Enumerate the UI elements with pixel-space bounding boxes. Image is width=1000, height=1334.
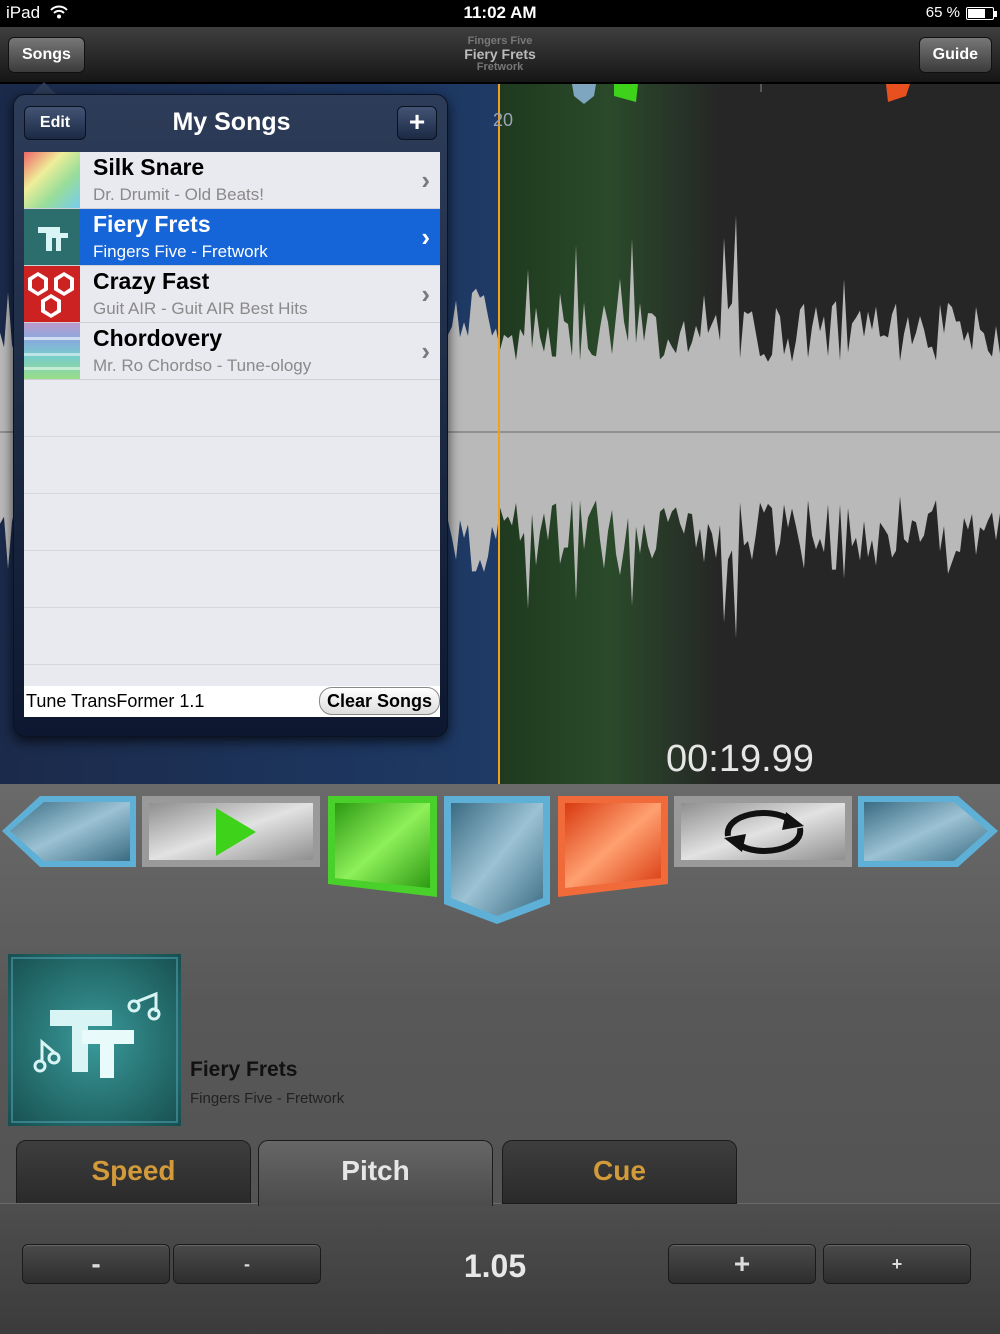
chevron-right-icon: ›: [421, 279, 430, 309]
clear-songs-button[interactable]: Clear Songs: [318, 687, 440, 715]
green-cue-button[interactable]: [328, 796, 437, 897]
status-bar: iPad 11:02 AM 65 %: [0, 0, 1000, 27]
song-artwork: [24, 323, 80, 379]
app-version: Tune TransFormer 1.1: [26, 691, 205, 711]
empty-row: [24, 437, 440, 494]
empty-row: [24, 551, 440, 608]
guide-button[interactable]: Guide: [918, 37, 992, 73]
tab-speed[interactable]: Speed: [16, 1140, 251, 1204]
time-marker-label: 20: [493, 110, 513, 130]
songs-popover: Edit My Songs + Silk Snare Dr. Drumit - …: [13, 94, 448, 737]
album-artwork: [8, 954, 181, 1126]
chevron-right-icon: ›: [421, 165, 430, 195]
next-button[interactable]: [858, 796, 998, 867]
blue-cue-button[interactable]: [444, 796, 550, 924]
song-row-selected[interactable]: Fiery Frets Fingers Five - Fretwork ›: [24, 209, 440, 266]
chevron-right-icon: ›: [421, 222, 430, 252]
clock: 11:02 AM: [463, 3, 537, 22]
pitch-increase-large-button[interactable]: +: [668, 1244, 816, 1284]
tab-cue[interactable]: Cue: [502, 1140, 737, 1204]
now-playing-title: Fingers Five Fiery Frets Fretwork: [0, 35, 1000, 74]
song-name: Crazy Fast: [93, 268, 210, 294]
empty-row: [24, 380, 440, 437]
now-playing-song: Fiery Frets: [190, 1058, 298, 1081]
song-subtitle: Dr. Drumit - Old Beats!: [93, 185, 264, 204]
song-list: Silk Snare Dr. Drumit - Old Beats! › Fie…: [24, 152, 440, 686]
chevron-right-icon: ›: [421, 336, 430, 366]
popover-footer: Tune TransFormer 1.1 Clear Songs: [24, 686, 440, 717]
pitch-decrease-large-button[interactable]: -: [22, 1244, 170, 1284]
popover-title: My Songs: [172, 108, 291, 136]
loop-button[interactable]: [674, 796, 852, 867]
time-readout: 00:19.99: [666, 738, 814, 780]
song-artwork: [24, 209, 80, 265]
empty-row: [24, 494, 440, 551]
tab-pitch[interactable]: Pitch: [258, 1140, 493, 1206]
song-row[interactable]: Crazy Fast Guit AIR - Guit AIR Best Hits…: [24, 266, 440, 323]
battery-percent: 65 %: [925, 4, 960, 21]
song-artwork: [24, 266, 80, 322]
empty-row: [24, 608, 440, 665]
song-subtitle: Mr. Ro Chordso - Tune-ology: [93, 356, 312, 375]
song-row[interactable]: Silk Snare Dr. Drumit - Old Beats! ›: [24, 152, 440, 209]
previous-button[interactable]: [2, 796, 136, 867]
song-artwork: [24, 152, 80, 208]
song-name: Chordovery: [93, 325, 223, 351]
song-name: Fiery Frets: [93, 211, 211, 237]
song-subtitle: Guit AIR - Guit AIR Best Hits: [93, 299, 308, 318]
song-subtitle: Fingers Five - Fretwork: [93, 242, 268, 261]
red-cue-button[interactable]: [558, 796, 668, 897]
song-name: Silk Snare: [93, 154, 205, 180]
pitch-increase-small-button[interactable]: +: [823, 1244, 971, 1284]
pitch-value: 1.05: [463, 1248, 527, 1284]
battery-icon: [966, 7, 997, 20]
nav-bar: Songs Fingers Five Fiery Frets Fretwork …: [0, 27, 1000, 83]
play-button[interactable]: [142, 796, 320, 867]
now-playing-subtitle: Fingers Five - Fretwork: [190, 1090, 345, 1107]
red-cue-marker[interactable]: [886, 84, 910, 102]
pitch-decrease-small-button[interactable]: -: [173, 1244, 321, 1284]
add-song-button[interactable]: +: [397, 106, 437, 140]
nav-song: Fiery Frets: [464, 46, 536, 62]
song-row[interactable]: Chordovery Mr. Ro Chordso - Tune-ology ›: [24, 323, 440, 380]
nav-album: Fretwork: [476, 61, 524, 73]
